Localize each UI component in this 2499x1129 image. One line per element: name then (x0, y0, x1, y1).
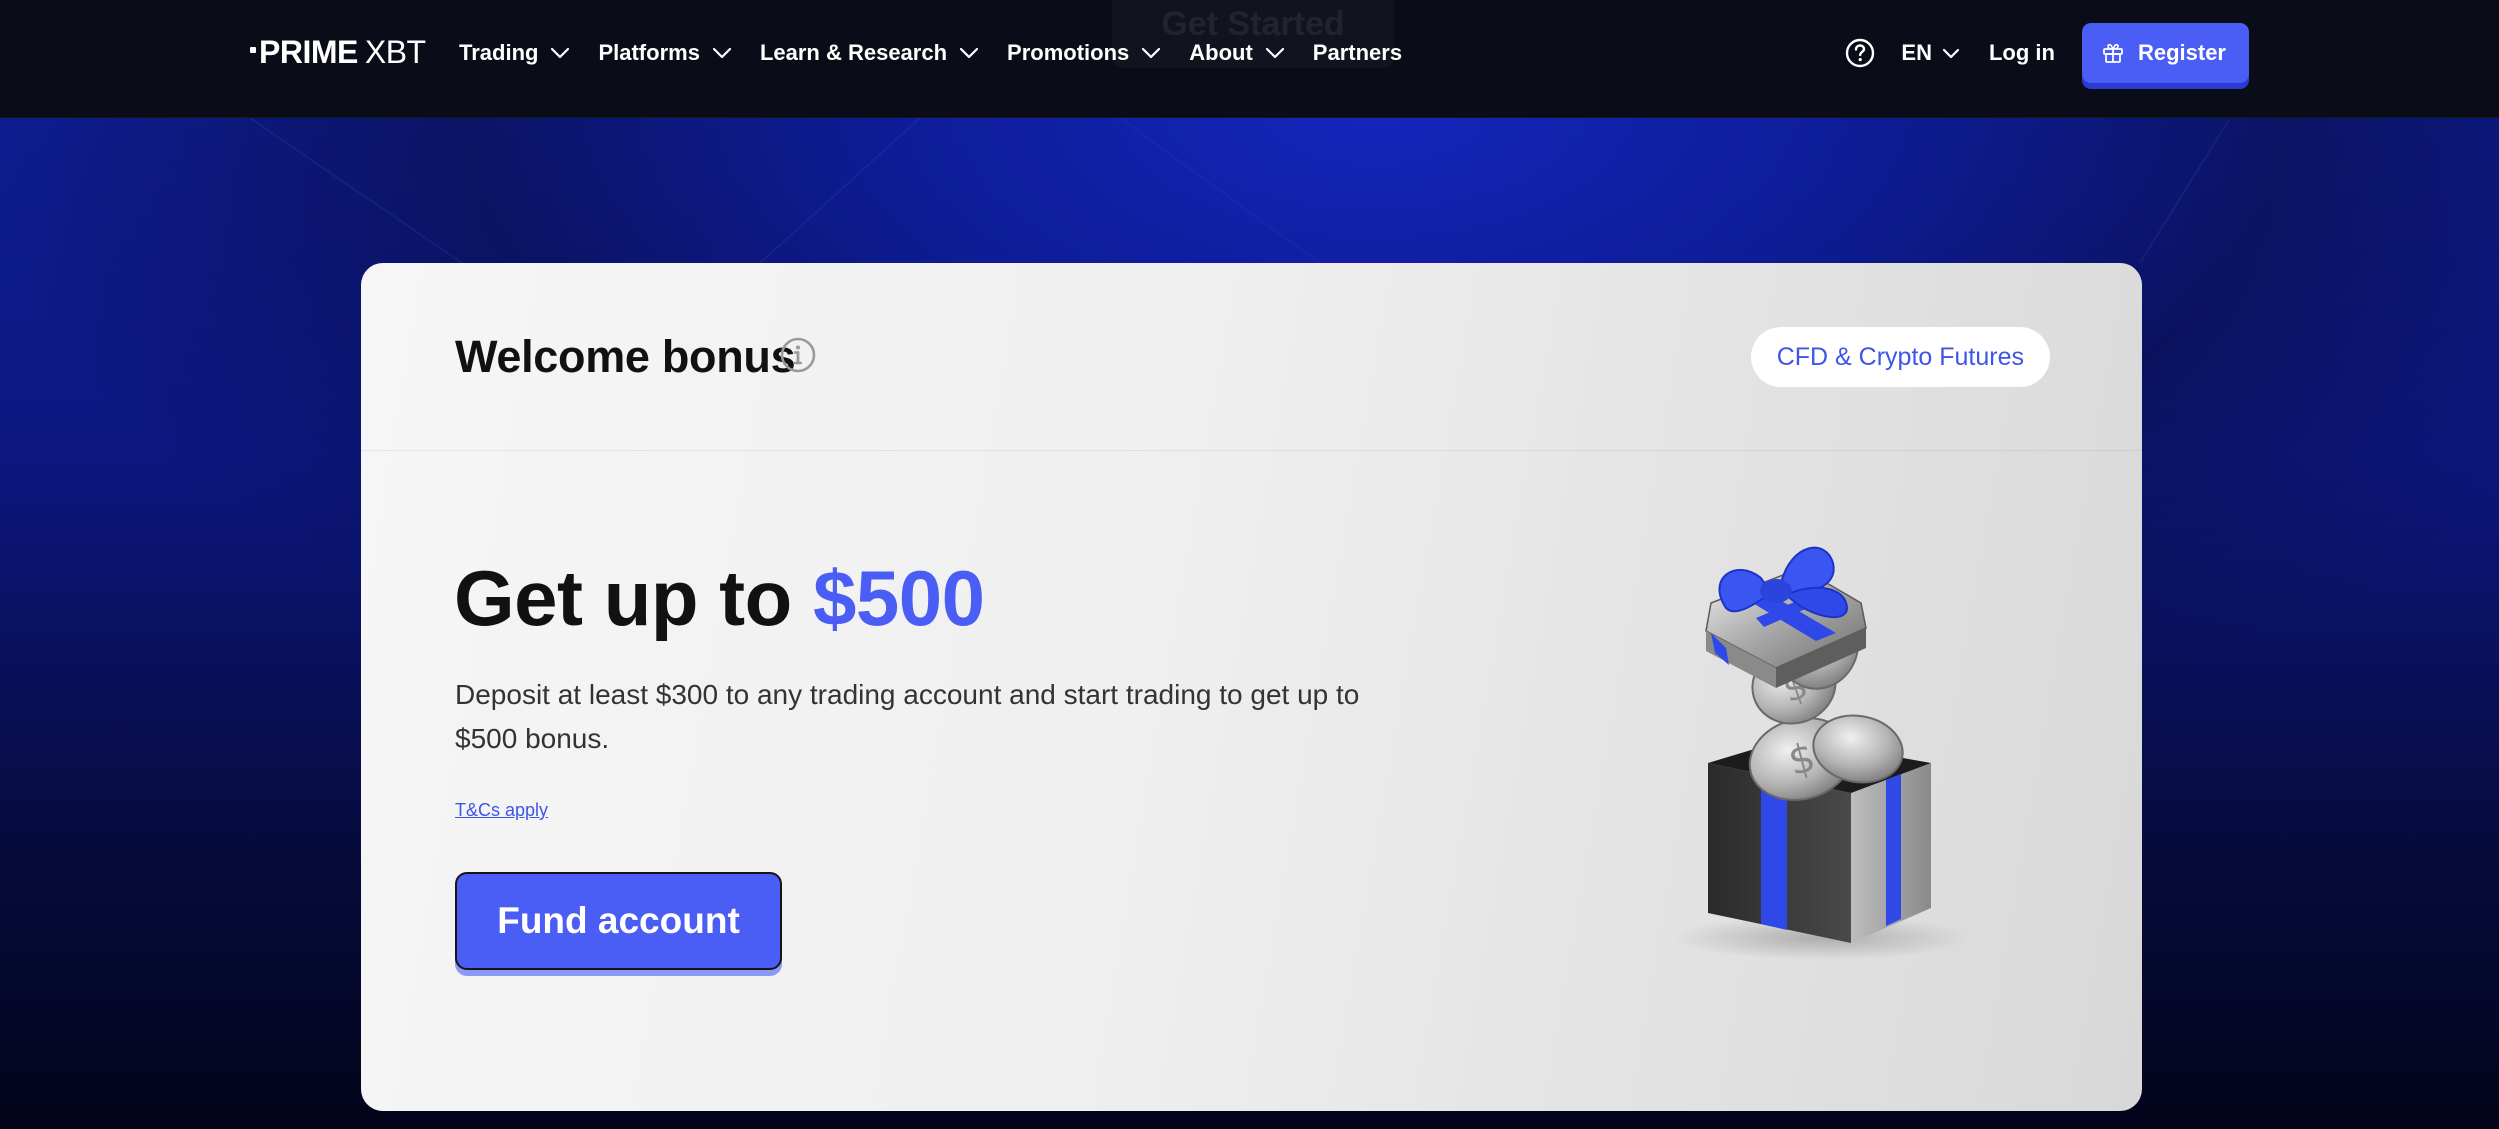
nav-item-learn-research[interactable]: Learn & Research (760, 40, 979, 66)
nav-item-trading[interactable]: Trading (459, 40, 570, 66)
nav-item-label: About (1189, 40, 1253, 65)
chevron-down-icon (712, 47, 732, 59)
nav-item-promotions[interactable]: Promotions (1007, 40, 1161, 66)
nav-item-about[interactable]: About (1189, 40, 1285, 66)
logo-prime-text: PRIME (259, 33, 358, 70)
tcs-link[interactable]: T&Cs apply (455, 800, 548, 821)
nav-item-label: Platforms (598, 40, 700, 65)
top-navigation-bar: Get Started PRIME XBT Trading Platforms … (0, 0, 2499, 118)
register-label: Register (2137, 40, 2226, 65)
primexbt-logo[interactable]: PRIME XBT (250, 30, 426, 74)
bonus-description: Deposit at least $300 to any trading acc… (455, 679, 1360, 754)
fund-account-button[interactable]: Fund account (455, 872, 782, 970)
chevron-down-icon (1265, 47, 1284, 59)
card-title: Welcome bonus (455, 331, 796, 382)
bonus-headline: Get up to $500 (454, 553, 985, 644)
chevron-down-icon (959, 47, 979, 59)
nav-item-label: Partners (1312, 40, 1403, 65)
main-nav: Trading Platforms Learn & Research Promo… (459, 30, 1430, 76)
header-actions: EN Log in Register (1844, 20, 2249, 86)
info-circle-icon[interactable] (779, 336, 817, 374)
nav-item-label: Learn & Research (759, 40, 948, 65)
headline-amount: $500 (812, 554, 985, 642)
chevron-down-icon (551, 47, 570, 59)
logo-dot (250, 47, 256, 53)
headline-prefix: Get up to (454, 554, 792, 642)
nav-item-label: Trading (459, 40, 539, 65)
product-tag: CFD & Crypto Futures (1750, 327, 2050, 387)
chevron-down-icon (1142, 47, 1161, 59)
nav-item-platforms[interactable]: Platforms (598, 40, 732, 66)
question-circle-icon[interactable] (1844, 37, 1876, 69)
language-label: EN (1901, 40, 1932, 65)
login-link[interactable]: Log in (1989, 40, 2055, 66)
logo-xbt-text: XBT (364, 33, 426, 70)
register-button[interactable]: Register (2081, 23, 2249, 83)
nav-item-label: Promotions (1007, 40, 1130, 65)
chevron-down-icon (1942, 48, 1960, 58)
nav-item-partners[interactable]: Partners (1313, 40, 1402, 66)
language-selector[interactable]: EN (1901, 40, 1960, 66)
gift-box-with-coins-illustration: $ $ $ (1671, 546, 1971, 960)
gift-icon (2103, 43, 2123, 63)
welcome-bonus-card: Welcome bonus CFD & Crypto Futures Get u… (361, 263, 2142, 1111)
